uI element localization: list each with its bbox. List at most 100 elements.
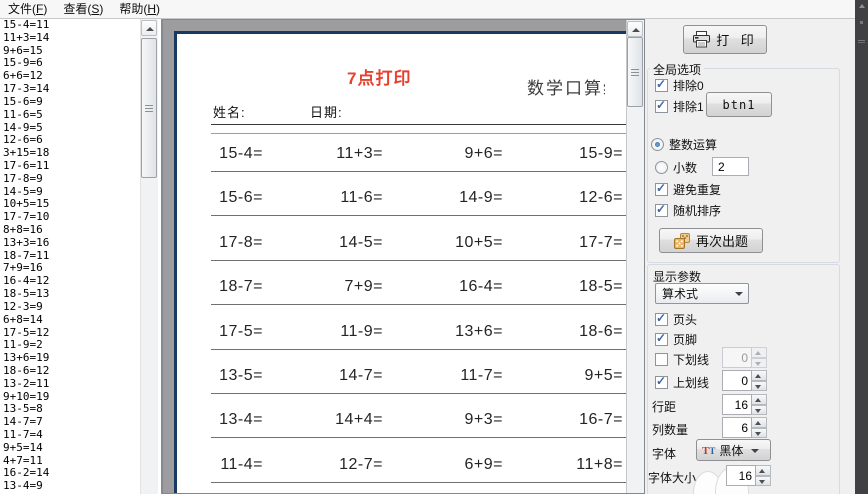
checkbox-checked-icon bbox=[655, 374, 668, 389]
row-rule bbox=[211, 304, 633, 306]
equation-list-item[interactable]: 17-6=11 bbox=[0, 159, 161, 173]
scrollbar-up-icon bbox=[146, 27, 154, 31]
worksheet-cell: 11-4= bbox=[220, 455, 263, 473]
menu-file-label-post: ) bbox=[43, 2, 48, 16]
scrollbar-up-icon bbox=[859, 4, 865, 8]
preview-scroll-up-button[interactable] bbox=[627, 21, 643, 37]
font-size-value[interactable]: 16 bbox=[726, 465, 756, 486]
worksheet-row: 15-4= 11+3= 9+6= 15-9= bbox=[163, 145, 633, 189]
checkbox-overline[interactable]: 上划线 bbox=[655, 374, 709, 391]
preview-scrollbar[interactable] bbox=[626, 20, 644, 493]
equation-list[interactable]: 15-4=11 11+3=14 9+6=15 15-9=6 6+6=12 17-3=14 1… bbox=[0, 19, 162, 494]
equation-list-item[interactable]: 13-4=9 bbox=[0, 479, 161, 493]
worksheet-grid: 15-4= 11+3= 9+6= 15-9= 15-6= 11-6= 14-9= 12-6= 1… bbox=[163, 145, 633, 493]
worksheet-cell: 16-4= bbox=[459, 278, 503, 296]
formula-type-select[interactable]: 算术式 bbox=[655, 283, 749, 304]
worksheet-cell: 12-7= bbox=[339, 455, 383, 473]
header-rule-thick bbox=[211, 124, 633, 125]
worksheet-cell: 17-5= bbox=[219, 322, 263, 340]
checkbox-page-footer[interactable]: 页脚 bbox=[655, 331, 697, 348]
equation-list-item[interactable]: 6+8=14 bbox=[0, 313, 161, 327]
worksheet-cell: 16-7= bbox=[579, 411, 623, 429]
worksheet-cell: 15-9= bbox=[579, 145, 623, 162]
menu-file[interactable]: 文件(F) bbox=[0, 0, 55, 19]
worksheet-row: 17-5= 11-9= 13+6= 18-6= bbox=[163, 322, 633, 367]
line-spacing-spinner[interactable]: 16 bbox=[722, 394, 767, 415]
worksheet-cell: 15-4= bbox=[219, 145, 263, 162]
column-count-spinner[interactable]: 6 bbox=[722, 417, 767, 438]
worksheet-cell: 14-7= bbox=[339, 366, 383, 384]
checkbox-exclude1[interactable]: 排除1 bbox=[655, 98, 704, 115]
worksheet-row: 13-4= 14+4= 9+3= 16-7= bbox=[163, 411, 633, 455]
scrollbar-grip-icon bbox=[631, 69, 639, 70]
spinner-up-icon[interactable] bbox=[752, 370, 767, 381]
spinner-up-icon[interactable] bbox=[752, 417, 767, 428]
spinner-down-icon[interactable] bbox=[752, 404, 767, 415]
preview-scroll-thumb[interactable] bbox=[627, 37, 643, 107]
document-title: 数学口算练 bbox=[527, 79, 605, 98]
font-icon: TT bbox=[702, 445, 716, 457]
print-button[interactable]: 打 印 bbox=[683, 25, 767, 54]
spinner-down-icon[interactable] bbox=[752, 427, 767, 438]
equation-list-item[interactable]: 11+3=14 bbox=[0, 31, 161, 45]
menu-view[interactable]: 查看(S) bbox=[55, 0, 111, 19]
equation-list-item[interactable]: 18-5=13 bbox=[0, 287, 161, 301]
radio-integer[interactable]: 整数运算 bbox=[651, 136, 717, 153]
equation-list-item[interactable]: 12-3=9 bbox=[0, 300, 161, 314]
underline-spinner-value: 0 bbox=[722, 347, 752, 368]
checkbox-underline[interactable]: 下划线 bbox=[655, 351, 709, 368]
menu-help[interactable]: 帮助(H) bbox=[111, 0, 168, 19]
row-rule bbox=[211, 481, 633, 483]
overline-spinner-value[interactable]: 0 bbox=[722, 370, 752, 391]
equation-list-item[interactable]: 11-6=5 bbox=[0, 108, 161, 122]
equation-list-item[interactable]: 11-7=4 bbox=[0, 428, 161, 442]
btn1-label: btn1 bbox=[722, 97, 756, 112]
menu-view-label-post: ) bbox=[99, 2, 104, 16]
equation-list-scrollbar[interactable] bbox=[140, 19, 158, 494]
underline-spinner: 0 bbox=[722, 347, 767, 368]
checkbox-random-sort[interactable]: 随机排序 bbox=[655, 202, 721, 219]
checkbox-exclude1-label: 排除1 bbox=[673, 100, 704, 114]
column-count-value[interactable]: 6 bbox=[722, 417, 752, 438]
decimal-digits-input[interactable]: 2 bbox=[712, 157, 749, 176]
worksheet-cell: 13+6= bbox=[455, 322, 503, 340]
spinner-up-icon[interactable] bbox=[752, 394, 767, 405]
spinner-down-icon[interactable] bbox=[752, 380, 767, 391]
worksheet-cell: 10+5= bbox=[455, 233, 503, 251]
checkbox-exclude0[interactable]: 排除0 bbox=[655, 77, 704, 94]
worksheet-cell: 9+3= bbox=[464, 411, 503, 429]
spinner-up-icon[interactable] bbox=[756, 465, 771, 476]
equation-list-item[interactable]: 15-4=11 bbox=[0, 19, 161, 32]
menu-file-label: 文件( bbox=[8, 2, 36, 16]
equation-list-item[interactable]: 17-8=9 bbox=[0, 172, 161, 186]
worksheet-cell: 13-4= bbox=[219, 411, 263, 429]
equation-list-item[interactable]: 17-3=14 bbox=[0, 82, 161, 96]
worksheet-cell: 13-5= bbox=[219, 366, 263, 384]
equation-list-item[interactable]: 13+3=16 bbox=[0, 236, 161, 250]
checkbox-avoid-duplicate[interactable]: 避免重复 bbox=[655, 181, 721, 198]
scrollbar-up-button[interactable] bbox=[141, 20, 157, 36]
column-count-label: 列数量 bbox=[652, 423, 689, 437]
font-picker-button[interactable]: TT 黑体 bbox=[696, 439, 771, 461]
menu-help-label: 帮助( bbox=[119, 2, 148, 16]
checkbox-page-footer-label: 页脚 bbox=[673, 333, 698, 347]
spinner-down-icon[interactable] bbox=[756, 475, 771, 486]
checkbox-unchecked-icon bbox=[655, 353, 668, 366]
equation-list-item[interactable]: 8+8=16 bbox=[0, 223, 161, 237]
checkbox-page-header-label: 页头 bbox=[673, 313, 698, 327]
checkbox-page-header[interactable]: 页头 bbox=[655, 311, 697, 328]
equation-list-item[interactable]: 13-2=11 bbox=[0, 377, 161, 391]
equation-list-item[interactable]: 18-6=12 bbox=[0, 364, 161, 378]
regenerate-button[interactable]: 再次出题 bbox=[659, 228, 763, 253]
btn1-button[interactable]: btn1 bbox=[706, 92, 772, 117]
radio-unselected-icon bbox=[655, 161, 668, 174]
line-spacing-value[interactable]: 16 bbox=[722, 394, 752, 415]
radio-decimal[interactable]: 小数 bbox=[655, 159, 697, 176]
scrollbar-up-icon bbox=[632, 28, 640, 32]
equation-list-item[interactable]: 9+5=14 bbox=[0, 441, 161, 455]
equation-list-item[interactable]: 15-6=9 bbox=[0, 95, 161, 109]
scrollbar-thumb[interactable] bbox=[141, 38, 157, 178]
font-size-spinner[interactable]: 16 bbox=[726, 465, 771, 486]
worksheet-cell: 17-7= bbox=[579, 233, 623, 251]
overline-spinner[interactable]: 0 bbox=[722, 370, 767, 391]
